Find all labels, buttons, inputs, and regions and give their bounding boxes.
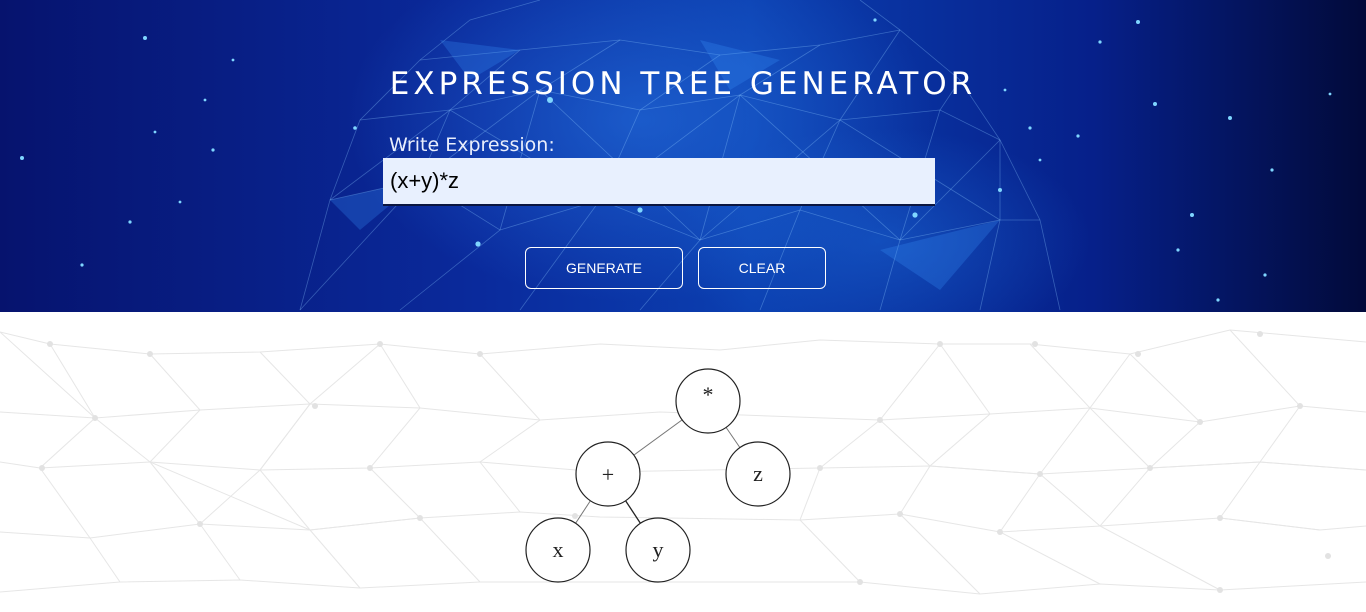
- page-title: EXPRESSION TREE GENERATOR: [389, 66, 977, 102]
- tree-node-z-label: z: [753, 461, 763, 486]
- tree-node-root-label: *: [703, 382, 714, 407]
- tree-node-plus-label: +: [602, 462, 614, 487]
- header-banner: EXPRESSION TREE GENERATOR Write Expressi…: [0, 0, 1366, 312]
- tree-canvas: * + z x y: [0, 312, 1366, 607]
- tree-node-z: z: [725, 441, 791, 507]
- expression-label: Write Expression:: [389, 134, 555, 156]
- tree-node-x: x: [525, 517, 591, 583]
- tree-node-plus: +: [575, 441, 641, 507]
- tree-svg: * + z x y: [0, 329, 1366, 595]
- network-background: [20, 0, 1332, 311]
- tree-node-y-label: y: [653, 537, 664, 562]
- tree-node-y: y: [625, 517, 691, 583]
- generate-button[interactable]: GENERATE: [525, 247, 683, 289]
- expression-input[interactable]: [383, 158, 935, 206]
- tree-node-x-label: x: [553, 537, 564, 562]
- clear-button[interactable]: CLEAR: [698, 247, 826, 289]
- tree-node-root: *: [675, 368, 741, 434]
